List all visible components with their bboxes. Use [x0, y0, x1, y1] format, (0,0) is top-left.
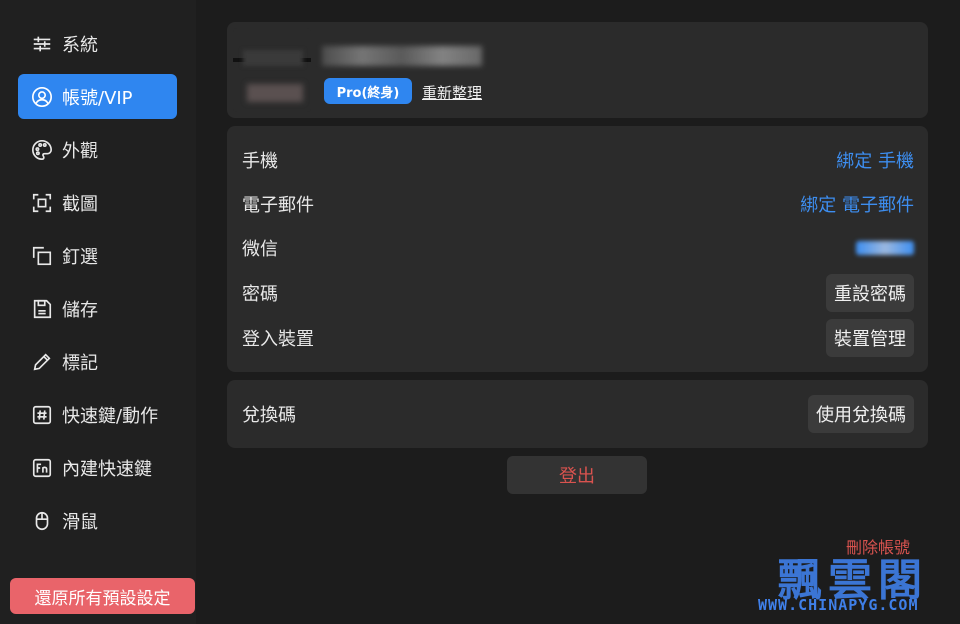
sidebar-item-save[interactable]: 儲存 — [18, 286, 177, 331]
login-devices-row: 登入裝置 裝置管理 — [242, 318, 914, 358]
use-redeem-code-button[interactable]: 使用兌換碼 — [808, 395, 914, 433]
profile-card: Pro(終身) 重新整理 — [227, 22, 928, 118]
device-management-button[interactable]: 裝置管理 — [826, 319, 914, 357]
bind-email-link[interactable]: 綁定 電子郵件 — [800, 191, 914, 217]
reset-all-defaults-button[interactable]: 還原所有預設設定 — [10, 578, 195, 614]
sidebar-item-markup[interactable]: 標記 — [18, 339, 177, 384]
phone-row: 手機 綁定 手機 — [242, 140, 914, 180]
avatar — [233, 28, 311, 112]
sidebar-item-label: 系統 — [62, 34, 98, 56]
sidebar-item-hotkeys-actions[interactable]: 快速鍵/動作 — [18, 392, 177, 437]
sidebar-item-label: 內建快速鍵 — [62, 458, 152, 480]
wechat-row: 微信 — [242, 228, 914, 268]
pencil-icon — [30, 350, 54, 374]
hash-key-icon — [30, 403, 54, 427]
password-label: 密碼 — [242, 284, 278, 305]
sidebar-item-label: 標記 — [62, 352, 98, 374]
password-row: 密碼 重設密碼 — [242, 273, 914, 313]
screenshot-icon — [30, 191, 54, 215]
fn-key-icon — [30, 456, 54, 480]
sidebar-item-pin[interactable]: 釘選 — [18, 233, 177, 278]
sidebar-item-label: 釘選 — [62, 246, 98, 268]
redeem-card: 兌換碼 使用兌換碼 — [227, 380, 928, 448]
sidebar-item-builtin-hotkeys[interactable]: 內建快速鍵 — [18, 445, 177, 490]
save-icon — [30, 297, 54, 321]
sidebar-item-label: 儲存 — [62, 299, 98, 321]
sidebar-item-label: 滑鼠 — [62, 511, 98, 533]
sidebar-item-label: 帳號/VIP — [62, 87, 133, 109]
pro-badge: Pro(終身) — [324, 78, 412, 104]
email-label: 電子郵件 — [242, 195, 314, 216]
sidebar-item-label: 截圖 — [62, 193, 98, 215]
sidebar-item-mouse[interactable]: 滑鼠 — [18, 498, 177, 543]
redeem-row: 兌換碼 使用兌換碼 — [242, 394, 914, 434]
sliders-icon — [30, 32, 54, 56]
sidebar-item-label: 快速鍵/動作 — [62, 405, 159, 427]
palette-icon — [30, 138, 54, 162]
pin-copy-icon — [30, 244, 54, 268]
sidebar-item-appearance[interactable]: 外觀 — [18, 127, 177, 172]
reset-password-button[interactable]: 重設密碼 — [826, 274, 914, 312]
sidebar-item-screenshot[interactable]: 截圖 — [18, 180, 177, 225]
login-devices-label: 登入裝置 — [242, 329, 314, 350]
watermark-url: WWW.CHINAPYG.COM — [758, 596, 919, 614]
user-circle-icon — [30, 85, 54, 109]
sidebar: 系統 帳號/VIP 外觀 截圖 釘選 儲存 標記 快速鍵/動作 內建快速鍵 滑鼠… — [0, 0, 196, 624]
refresh-link[interactable]: 重新整理 — [422, 82, 482, 103]
sidebar-item-system[interactable]: 系統 — [18, 21, 177, 66]
sidebar-item-account-vip[interactable]: 帳號/VIP — [18, 74, 177, 119]
wechat-label: 微信 — [242, 239, 278, 260]
redeem-label: 兌換碼 — [242, 405, 296, 426]
wechat-value-redacted[interactable] — [856, 241, 914, 255]
phone-label: 手機 — [242, 151, 278, 172]
account-settings-card: 手機 綁定 手機 電子郵件 綁定 電子郵件 微信 密碼 重設密碼 登入裝置 裝置… — [227, 126, 928, 372]
mouse-icon — [30, 509, 54, 533]
email-row: 電子郵件 綁定 電子郵件 — [242, 184, 914, 224]
sidebar-item-label: 外觀 — [62, 140, 98, 162]
username-redacted — [322, 46, 482, 66]
bind-phone-link[interactable]: 綁定 手機 — [836, 147, 914, 173]
logout-button[interactable]: 登出 — [507, 456, 647, 494]
